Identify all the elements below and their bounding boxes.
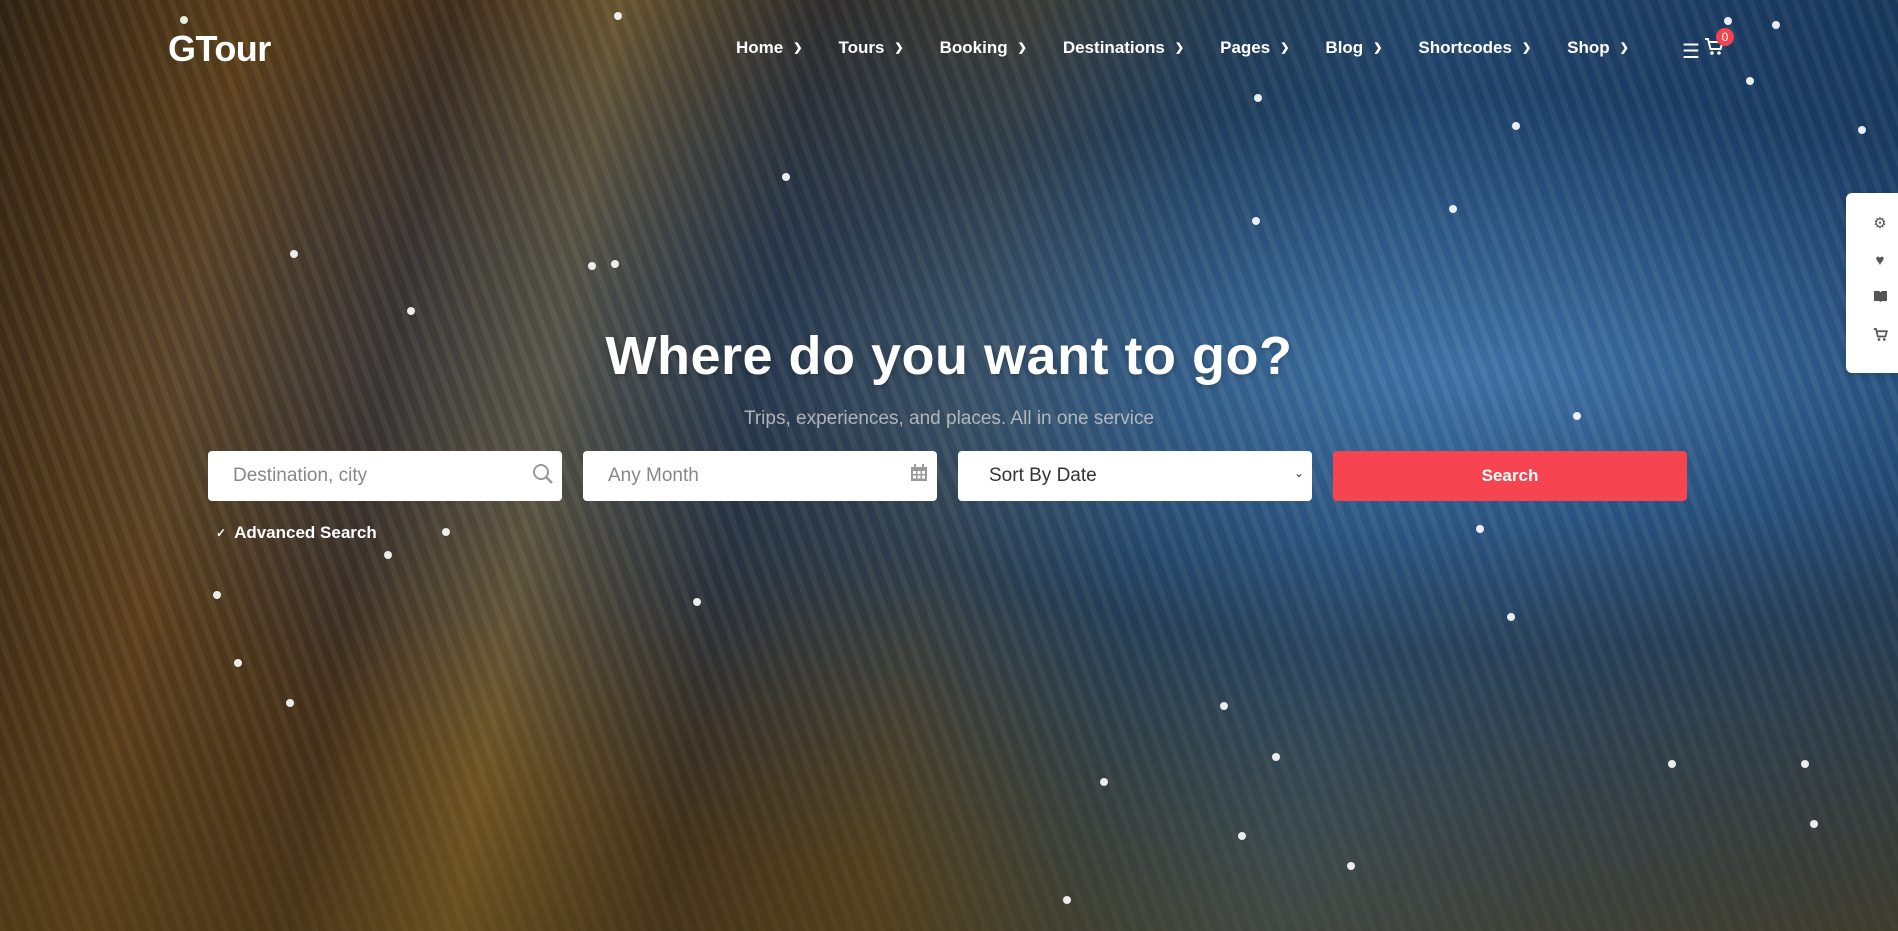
sort-select[interactable]: Sort By Date ⌄	[958, 451, 1312, 501]
chevron-down-icon: ❯	[1174, 41, 1185, 54]
heart-icon[interactable]: ♥	[1872, 253, 1888, 269]
chevron-down-icon: ❯	[1017, 41, 1027, 54]
chevron-down-icon: ❯	[1521, 41, 1532, 54]
main-nav: Home ❯ Tours ❯ Booking ❯ Destinations ❯ Page…	[736, 38, 1665, 58]
chevron-down-icon: ⌄	[1293, 466, 1304, 480]
cart-count-badge: 0	[1716, 28, 1734, 46]
nav-item-destinations[interactable]: Destinations ❯	[1063, 38, 1184, 58]
book-icon[interactable]	[1872, 290, 1888, 306]
hero-subtitle: Trips, experiences, and places. All in o…	[743, 408, 1155, 429]
site-logo[interactable]: GTour	[168, 28, 271, 70]
nav-item-shop[interactable]: Shop ❯	[1567, 38, 1629, 58]
chevron-down-icon: ❯	[1280, 41, 1290, 54]
chevron-down-icon: ❯	[793, 41, 803, 54]
search-button[interactable]: Search	[1333, 451, 1687, 501]
chevron-down-icon: ✓	[216, 526, 227, 540]
calendar-icon	[909, 463, 929, 489]
nav-label: Blog	[1325, 38, 1364, 57]
month-input[interactable]	[583, 464, 937, 488]
nav-label: Home	[736, 38, 784, 57]
nav-item-pages[interactable]: Pages ❯	[1220, 38, 1289, 58]
hero-title: Where do you want to go?	[605, 326, 1293, 386]
nav-label: Tours	[838, 38, 885, 57]
nav-item-tours[interactable]: Tours ❯	[838, 38, 903, 58]
gear-icon[interactable]: ⚙	[1872, 216, 1888, 232]
nav-item-home[interactable]: Home ❯	[736, 38, 802, 58]
month-field[interactable]	[583, 451, 937, 501]
nav-label: Destinations	[1062, 38, 1165, 57]
nav-label: Pages	[1220, 38, 1271, 57]
chevron-down-icon: ❯	[1619, 41, 1629, 54]
advanced-search-toggle[interactable]: ✓ Advanced Search	[216, 523, 377, 543]
destination-input[interactable]	[208, 464, 562, 488]
nav-label: Shortcodes	[1418, 38, 1512, 57]
search-icon	[532, 463, 554, 491]
sort-select-value: Sort By Date	[989, 465, 1097, 486]
nav-label: Shop	[1567, 38, 1610, 57]
destination-field[interactable]	[208, 451, 562, 501]
menu-icon[interactable]: ☰	[1682, 39, 1700, 64]
chevron-down-icon: ❯	[894, 41, 904, 54]
nav-item-blog[interactable]: Blog ❯	[1325, 38, 1382, 58]
nav-item-shortcodes[interactable]: Shortcodes ❯	[1418, 38, 1531, 58]
chevron-down-icon: ❯	[1373, 41, 1383, 54]
advanced-search-label: Advanced Search	[234, 523, 377, 542]
nav-label: Booking	[939, 38, 1008, 57]
nav-item-booking[interactable]: Booking ❯	[940, 38, 1027, 58]
